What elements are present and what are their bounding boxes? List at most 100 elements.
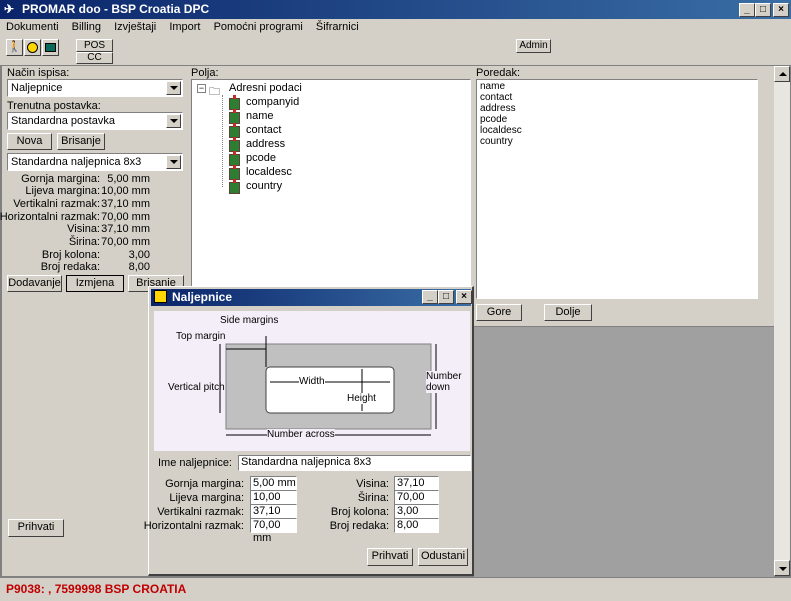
prop-value: 37,10 mm <box>101 198 150 210</box>
label-diagram: Side margins Top margin Vertical pitch W… <box>154 311 470 451</box>
vertikalni-razmak-input[interactable]: 37,10 mm <box>250 504 297 530</box>
ime-label: Ime naljepnice: <box>158 457 232 469</box>
nova-button[interactable]: Nova <box>7 133 52 150</box>
tree-item[interactable]: localdesc <box>229 165 292 180</box>
nacin-label: Način ispisa: <box>7 67 70 79</box>
minimize-button[interactable]: _ <box>739 3 755 17</box>
postavka-combo[interactable]: Standardna postavka <box>7 112 183 130</box>
list-item[interactable]: country <box>480 136 754 147</box>
izmjena-button[interactable]: Izmjena <box>66 275 124 292</box>
prop-value: 5,00 mm <box>107 173 150 185</box>
tree-item-label: address <box>246 138 286 150</box>
prop-value: 37,10 mm <box>101 223 150 235</box>
tree-item[interactable]: address <box>229 137 285 152</box>
dolje-button[interactable]: Dolje <box>544 304 592 321</box>
tree-line <box>222 95 223 187</box>
admin-button[interactable]: Admin <box>516 39 551 53</box>
sirina-input[interactable]: 70,00 mm <box>394 490 439 516</box>
diagram-width: Width <box>299 376 325 387</box>
close-button[interactable]: × <box>773 3 789 17</box>
dlg-field-label: Širina: <box>357 492 389 504</box>
scroll-up-button[interactable] <box>774 66 790 82</box>
field-icon <box>229 179 240 194</box>
prop-value: 8,00 <box>128 261 150 273</box>
menu-pomocni-programi[interactable]: Pomoćni programi <box>214 21 303 33</box>
poredak-label: Poredak: <box>476 67 521 79</box>
chevron-down-icon[interactable] <box>166 81 181 95</box>
prop-label: Horizontalni razmak: <box>0 211 100 223</box>
dlg-field-label: Gornja margina: <box>165 478 244 490</box>
cc-button[interactable]: CC <box>76 52 113 64</box>
window-title: PROMAR doo - BSP Croatia DPC <box>22 2 210 16</box>
smiley-icon[interactable] <box>24 39 41 56</box>
tree-root[interactable]: Adresni podaci <box>229 82 302 94</box>
prop-label: Širina: <box>68 236 100 248</box>
format-combo[interactable]: Standardna naljepnica 8x3 <box>7 153 183 171</box>
postavka-label: Trenutna postavka: <box>7 100 101 112</box>
dlg-field-label: Broj kolona: <box>330 506 389 518</box>
dialog-title-bar[interactable]: Naljepnice _ □ × <box>151 289 472 306</box>
nacin-value: Naljepnice <box>11 82 63 94</box>
poredak-lower-area <box>474 326 774 577</box>
broj-kolona-input[interactable]: 3,00 <box>394 504 439 519</box>
menu-izvjestaji[interactable]: Izvještaji <box>114 21 156 33</box>
horizontalni-razmak-input[interactable]: 70,00 mm <box>250 518 297 544</box>
tree-item[interactable]: contact <box>229 123 281 138</box>
vertical-scrollbar[interactable] <box>774 66 790 576</box>
pos-button[interactable]: POS <box>76 39 113 52</box>
list-item[interactable]: localdesc <box>480 125 754 136</box>
dlg-field-label: Vertikalni razmak: <box>157 506 244 518</box>
lijeva-margina-input[interactable]: 10,00 mm <box>250 490 297 516</box>
prop-label: Visina: <box>67 223 100 235</box>
collapse-icon[interactable]: − <box>197 84 206 93</box>
exit-icon[interactable]: 🚶 <box>6 39 23 56</box>
maximize-button[interactable]: □ <box>755 3 771 17</box>
tree-item-label: localdesc <box>246 166 292 178</box>
tree-item[interactable]: pcode <box>229 151 276 166</box>
dialog-minimize-button[interactable]: _ <box>422 290 438 304</box>
prop-label: Broj redaka: <box>40 261 100 273</box>
dialog-odustani-button[interactable]: Odustani <box>418 548 468 566</box>
prop-label: Gornja margina: <box>21 173 100 185</box>
menu-sifrarnici[interactable]: Šifrarnici <box>316 21 359 33</box>
diagram-number-across: Number across <box>267 429 335 440</box>
chevron-down-icon[interactable] <box>166 114 181 128</box>
tree-item[interactable]: companyid <box>229 95 299 110</box>
tree-item-label: contact <box>246 124 282 136</box>
main-title-bar[interactable]: ✈ PROMAR doo - BSP Croatia DPC _ □ × <box>0 0 791 19</box>
prihvati-button[interactable]: Prihvati <box>8 519 64 537</box>
menu-billing[interactable]: Billing <box>72 21 101 33</box>
prop-label: Vertikalni razmak: <box>13 198 100 210</box>
chart-icon[interactable] <box>42 39 59 56</box>
status-bar: P9038: , 7599998 BSP CROATIA <box>0 577 791 601</box>
tree-item-label: pcode <box>246 152 276 164</box>
list-item[interactable]: address <box>480 103 754 114</box>
tree-item-label: country <box>246 180 283 192</box>
dialog-close-button[interactable]: × <box>456 290 472 304</box>
dodavanje-button[interactable]: Dodavanje <box>7 275 62 292</box>
broj-redaka-input[interactable]: 8,00 <box>394 518 439 533</box>
polja-label: Polja: <box>191 67 219 79</box>
tree-item[interactable]: name <box>229 109 274 124</box>
tree-item[interactable]: country <box>229 179 282 194</box>
nacin-combo[interactable]: Naljepnice <box>7 79 183 97</box>
visina-input[interactable]: 37,10 mm <box>394 476 439 502</box>
list-item[interactable]: pcode <box>480 114 754 125</box>
gore-button[interactable]: Gore <box>476 304 522 321</box>
dialog-icon <box>154 290 167 303</box>
dlg-field-label: Visina: <box>356 478 389 490</box>
list-item[interactable]: name <box>480 81 754 92</box>
prop-label: Broj kolona: <box>41 249 100 261</box>
menu-import[interactable]: Import <box>169 21 200 33</box>
list-item[interactable]: contact <box>480 92 754 103</box>
gornja-margina-input[interactable]: 5,00 mm <box>250 476 297 491</box>
dialog-prihvati-button[interactable]: Prihvati <box>367 548 413 566</box>
poredak-list[interactable]: name contact address pcode localdesc cou… <box>476 79 758 299</box>
ime-input[interactable]: Standardna naljepnica 8x3 <box>238 455 471 471</box>
menu-dokumenti[interactable]: Dokumenti <box>6 21 59 33</box>
chevron-down-icon[interactable] <box>166 155 181 169</box>
dialog-maximize-button[interactable]: □ <box>438 290 454 304</box>
brisanje-button[interactable]: Brisanje <box>57 133 105 150</box>
tree-item-label: companyid <box>246 96 300 108</box>
scroll-down-button[interactable] <box>774 560 790 576</box>
